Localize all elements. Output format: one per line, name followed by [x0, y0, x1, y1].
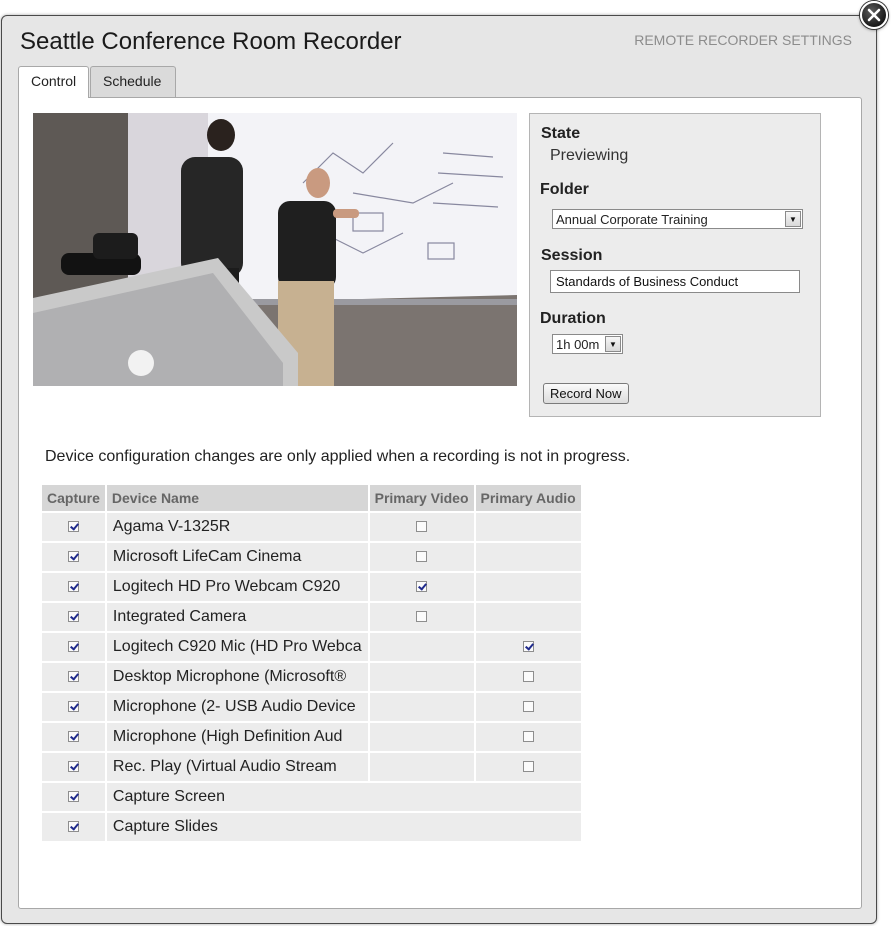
capture-checkbox[interactable]: [67, 641, 79, 653]
video-preview: [33, 113, 517, 386]
device-name: Microphone (2- USB Audio Device: [105, 692, 370, 723]
close-button[interactable]: [860, 1, 888, 29]
capture-checkbox[interactable]: [67, 521, 79, 533]
table-row: Microsoft LifeCam Cinema: [42, 542, 583, 573]
capture-checkbox[interactable]: [67, 821, 79, 833]
primary-video-checkbox[interactable]: [416, 521, 428, 533]
control-panel: State Previewing Folder Annual Corporate…: [18, 97, 862, 909]
device-name: Capture Screen: [105, 782, 583, 813]
capture-checkbox[interactable]: [67, 671, 79, 683]
table-row: Integrated Camera: [42, 602, 583, 633]
device-name: Agama V-1325R: [105, 512, 370, 543]
device-name: Microphone (High Definition Aud: [105, 722, 370, 753]
primary-audio-checkbox[interactable]: [522, 701, 534, 713]
recorder-dialog: Seattle Conference Room Recorder REMOTE …: [1, 15, 877, 924]
capture-checkbox[interactable]: [67, 791, 79, 803]
session-input[interactable]: [550, 270, 800, 293]
table-row: Desktop Microphone (Microsoft®: [42, 662, 583, 693]
device-name: Integrated Camera: [105, 602, 370, 633]
device-name: Microsoft LifeCam Cinema: [105, 542, 370, 573]
capture-checkbox[interactable]: [67, 761, 79, 773]
capture-checkbox[interactable]: [67, 731, 79, 743]
primary-audio-checkbox[interactable]: [522, 641, 534, 653]
table-row: Rec. Play (Virtual Audio Stream: [42, 752, 583, 783]
table-row: Logitech C920 Mic (HD Pro Webca: [42, 632, 583, 663]
duration-select[interactable]: 1h 00m ▼: [552, 334, 623, 354]
primary-video-checkbox[interactable]: [416, 581, 428, 593]
table-row: Microphone (High Definition Aud: [42, 722, 583, 753]
device-name: Capture Slides: [105, 812, 583, 843]
device-name: Logitech HD Pro Webcam C920: [105, 572, 370, 603]
duration-label: Duration: [540, 310, 606, 327]
chevron-down-icon[interactable]: ▼: [785, 211, 801, 227]
table-row: Capture Screen: [42, 782, 583, 813]
folder-label: Folder: [540, 181, 589, 198]
header-primary-video: Primary Video: [368, 485, 476, 513]
primary-audio-checkbox[interactable]: [522, 761, 534, 773]
folder-select-value: Annual Corporate Training: [556, 212, 708, 227]
record-now-button[interactable]: Record Now: [543, 383, 629, 404]
device-table-body: Agama V-1325R Microsoft LifeCam Cinema Log…: [42, 512, 583, 843]
device-table: Capture Device Name Primary Video Primar…: [42, 485, 583, 843]
duration-select-value: 1h 00m: [556, 337, 600, 352]
capture-checkbox[interactable]: [67, 701, 79, 713]
table-row: Microphone (2- USB Audio Device: [42, 692, 583, 723]
primary-video-checkbox[interactable]: [416, 551, 428, 563]
primary-audio-checkbox[interactable]: [522, 731, 534, 743]
state-label: State: [541, 125, 581, 142]
state-value: Previewing: [550, 147, 629, 164]
close-icon: [867, 8, 881, 22]
primary-video-checkbox[interactable]: [416, 611, 428, 623]
primary-audio-checkbox[interactable]: [522, 671, 534, 683]
tab-control[interactable]: Control: [18, 66, 89, 98]
recorder-status-box: State Previewing Folder Annual Corporate…: [529, 113, 821, 417]
folder-select[interactable]: Annual Corporate Training ▼: [552, 209, 803, 229]
table-row: Capture Slides: [42, 812, 583, 843]
tab-schedule[interactable]: Schedule: [90, 66, 176, 97]
session-label: Session: [541, 247, 603, 264]
header-primary-audio: Primary Audio: [474, 485, 583, 513]
table-row: Logitech HD Pro Webcam C920: [42, 572, 583, 603]
device-name: Desktop Microphone (Microsoft®: [105, 662, 370, 693]
capture-checkbox[interactable]: [67, 581, 79, 593]
device-config-notice: Device configuration changes are only ap…: [45, 448, 631, 465]
capture-checkbox[interactable]: [67, 611, 79, 623]
dialog-title: Seattle Conference Room Recorder: [20, 28, 402, 55]
table-row: Agama V-1325R: [42, 512, 583, 543]
capture-checkbox[interactable]: [67, 551, 79, 563]
device-name: Rec. Play (Virtual Audio Stream: [105, 752, 370, 783]
device-table-header: Capture Device Name Primary Video Primar…: [42, 485, 583, 513]
header-capture: Capture: [42, 485, 107, 513]
device-name: Logitech C920 Mic (HD Pro Webca: [105, 632, 370, 663]
header-device-name: Device Name: [105, 485, 370, 513]
chevron-down-icon[interactable]: ▼: [605, 336, 621, 352]
remote-recorder-settings-link[interactable]: REMOTE RECORDER SETTINGS: [634, 32, 852, 48]
